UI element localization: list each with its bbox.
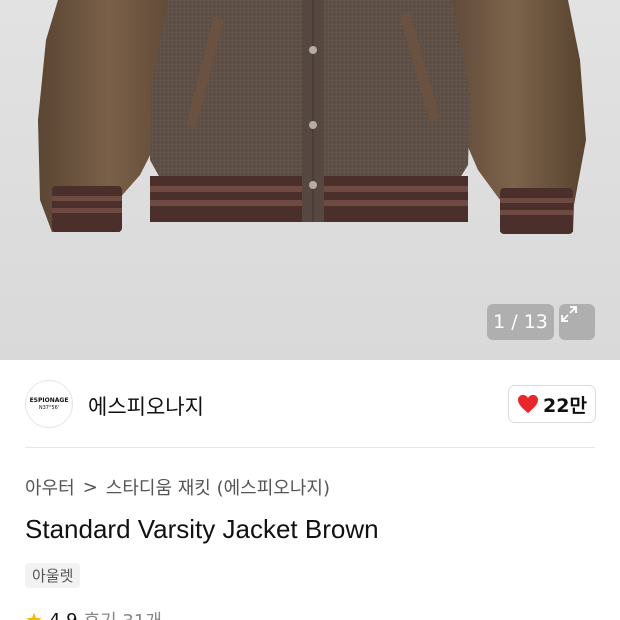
chevron-right-icon: >	[82, 476, 98, 498]
brand-logo-text: ESPIONAGE	[29, 397, 69, 404]
image-counter: 1 / 13	[487, 304, 554, 340]
expand-icon	[561, 306, 577, 322]
rating-row[interactable]: ★ 4.9 후기 31개	[25, 607, 162, 620]
divider	[25, 447, 595, 448]
outlet-tag: 아울렛	[25, 563, 81, 588]
brand-logo[interactable]: ESPIONAGE N37°56'	[25, 380, 73, 428]
review-count[interactable]: 후기 31개	[84, 607, 162, 620]
brand-logo-subtext: N37°56'	[38, 405, 60, 411]
star-icon: ★	[25, 608, 43, 620]
product-image[interactable]: 1 / 13	[0, 0, 620, 360]
product-title: Standard Varsity Jacket Brown	[25, 514, 379, 544]
breadcrumb-category[interactable]: 아우터	[25, 474, 75, 500]
rating-value: 4.9	[48, 609, 78, 620]
breadcrumb: 아우터 > 스타디움 재킷 (에스피오나지)	[25, 474, 330, 500]
like-count: 22만	[543, 394, 587, 417]
breadcrumb-subcategory[interactable]: 스타디움 재킷 (에스피오나지)	[106, 474, 330, 500]
brand-name-link[interactable]: 에스피오나지	[88, 391, 204, 421]
expand-button[interactable]	[559, 304, 595, 340]
like-button[interactable]: 22만	[508, 385, 596, 423]
heart-icon	[518, 394, 539, 414]
